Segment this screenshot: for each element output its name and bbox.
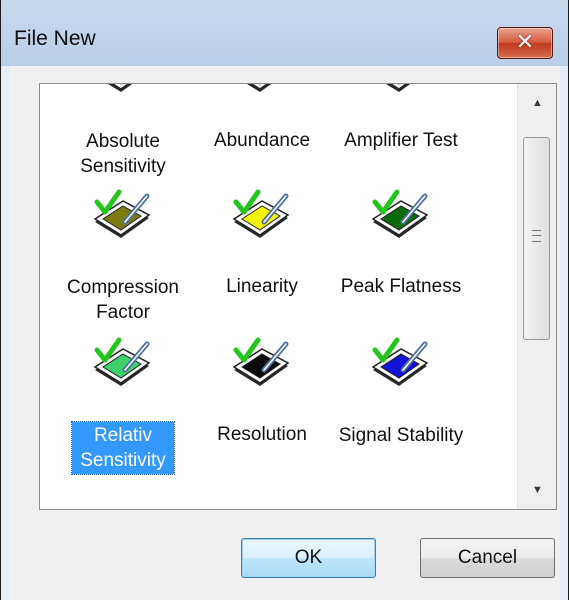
list-item-label: Relativ Sensitivity (48, 421, 198, 475)
cancel-button[interactable]: Cancel (420, 538, 555, 578)
template-list: Absolute Sensitivity Abundance Amplifier… (39, 83, 557, 510)
signal-stability-icon (369, 336, 433, 400)
abundance-icon (230, 84, 294, 106)
scroll-thumb[interactable] (523, 137, 550, 340)
list-item-label: Compression Factor (67, 277, 179, 323)
resolution-icon (230, 336, 294, 400)
list-item-label: Peak Flatness (340, 276, 462, 297)
list-item-label: Abundance (213, 130, 311, 151)
file-new-dialog: File New ✕ Absolute Sensitivity Abundanc… (0, 0, 569, 600)
list-item-label: Linearity (226, 276, 298, 297)
window-title: File New (14, 27, 96, 50)
scroll-down-arrow-icon[interactable]: ▼ (518, 471, 556, 509)
dialog-body: Absolute Sensitivity Abundance Amplifier… (9, 66, 560, 600)
list-item-label: Absolute Sensitivity (80, 131, 166, 177)
template-grid: Absolute Sensitivity Abundance Amplifier… (40, 84, 510, 509)
absolute-sensitivity-icon (91, 84, 155, 106)
title-bar[interactable]: File New ✕ (1, 0, 568, 66)
close-button[interactable]: ✕ (497, 27, 553, 59)
peak-flatness-icon (369, 188, 433, 252)
amplifier-test-icon (369, 84, 433, 106)
scroll-grip-icon (532, 230, 541, 242)
close-icon: ✕ (515, 30, 535, 55)
relativ-sensitivity-icon (91, 336, 155, 400)
ok-button[interactable]: OK (241, 538, 376, 578)
vertical-scrollbar[interactable]: ▲ ▼ (517, 84, 556, 509)
list-item-label: Amplifier Test (344, 130, 458, 151)
list-item-label: Signal Stability (338, 425, 464, 446)
scroll-up-arrow-icon[interactable]: ▲ (518, 84, 556, 122)
list-item-label: Resolution (217, 424, 307, 445)
linearity-icon (230, 188, 294, 252)
compression-factor-icon (91, 188, 155, 252)
